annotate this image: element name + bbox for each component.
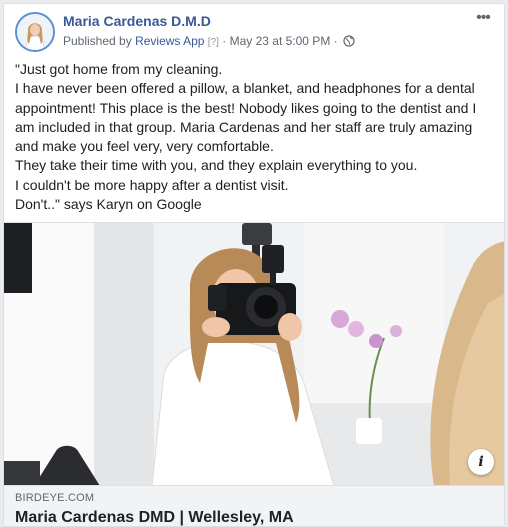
link-preview-footer[interactable]: BIRDEYE.COM Maria Cardenas DMD | Wellesl… [4,485,504,526]
link-preview-image[interactable]: i [4,222,504,485]
post-header: Maria Cardenas D.M.D Published by Review… [4,4,504,56]
post-text: "Just got home from my cleaning. I have … [15,60,497,214]
reviews-app-link[interactable]: Reviews App [135,34,204,48]
post-text-line: "Just got home from my cleaning. [15,61,223,77]
help-marker[interactable]: [?] [208,37,219,48]
published-by-prefix: Published by [63,34,132,48]
post-text-line: and make you feel very, very comfortable… [15,138,274,155]
page-avatar[interactable] [15,12,55,52]
post-meta: Published by Reviews App [?] · May 23 at… [63,34,355,50]
page-name-link[interactable]: Maria Cardenas D.M.D [63,13,211,29]
post-text-line: Don't.." says Karyn on Google [15,196,202,213]
more-options-icon[interactable]: ••• [471,10,495,30]
meta-separator: · [222,34,227,48]
globe-icon[interactable] [343,35,355,50]
info-button-icon[interactable]: i [468,449,494,475]
facebook-post-card: Maria Cardenas D.M.D Published by Review… [3,3,505,527]
link-domain: BIRDEYE.COM [15,492,95,504]
post-text-line: I have never been offered a pillow, a bl… [15,80,475,97]
post-text-line: I couldn't be more happy after a dentist… [15,176,289,193]
post-timestamp[interactable]: May 23 at 5:00 PM [230,34,331,48]
post-text-line: appointment! This place is the best! Nob… [15,99,477,116]
post-text-line: They take their time with you, and they … [15,157,418,174]
photo-dentist-with-camera [4,223,504,485]
avatar-portrait [17,14,53,50]
post-text-line: am included in that group. Maria Cardena… [15,118,473,135]
link-title[interactable]: Maria Cardenas DMD | Wellesley, MA [15,509,294,526]
meta-separator: · [333,34,338,48]
